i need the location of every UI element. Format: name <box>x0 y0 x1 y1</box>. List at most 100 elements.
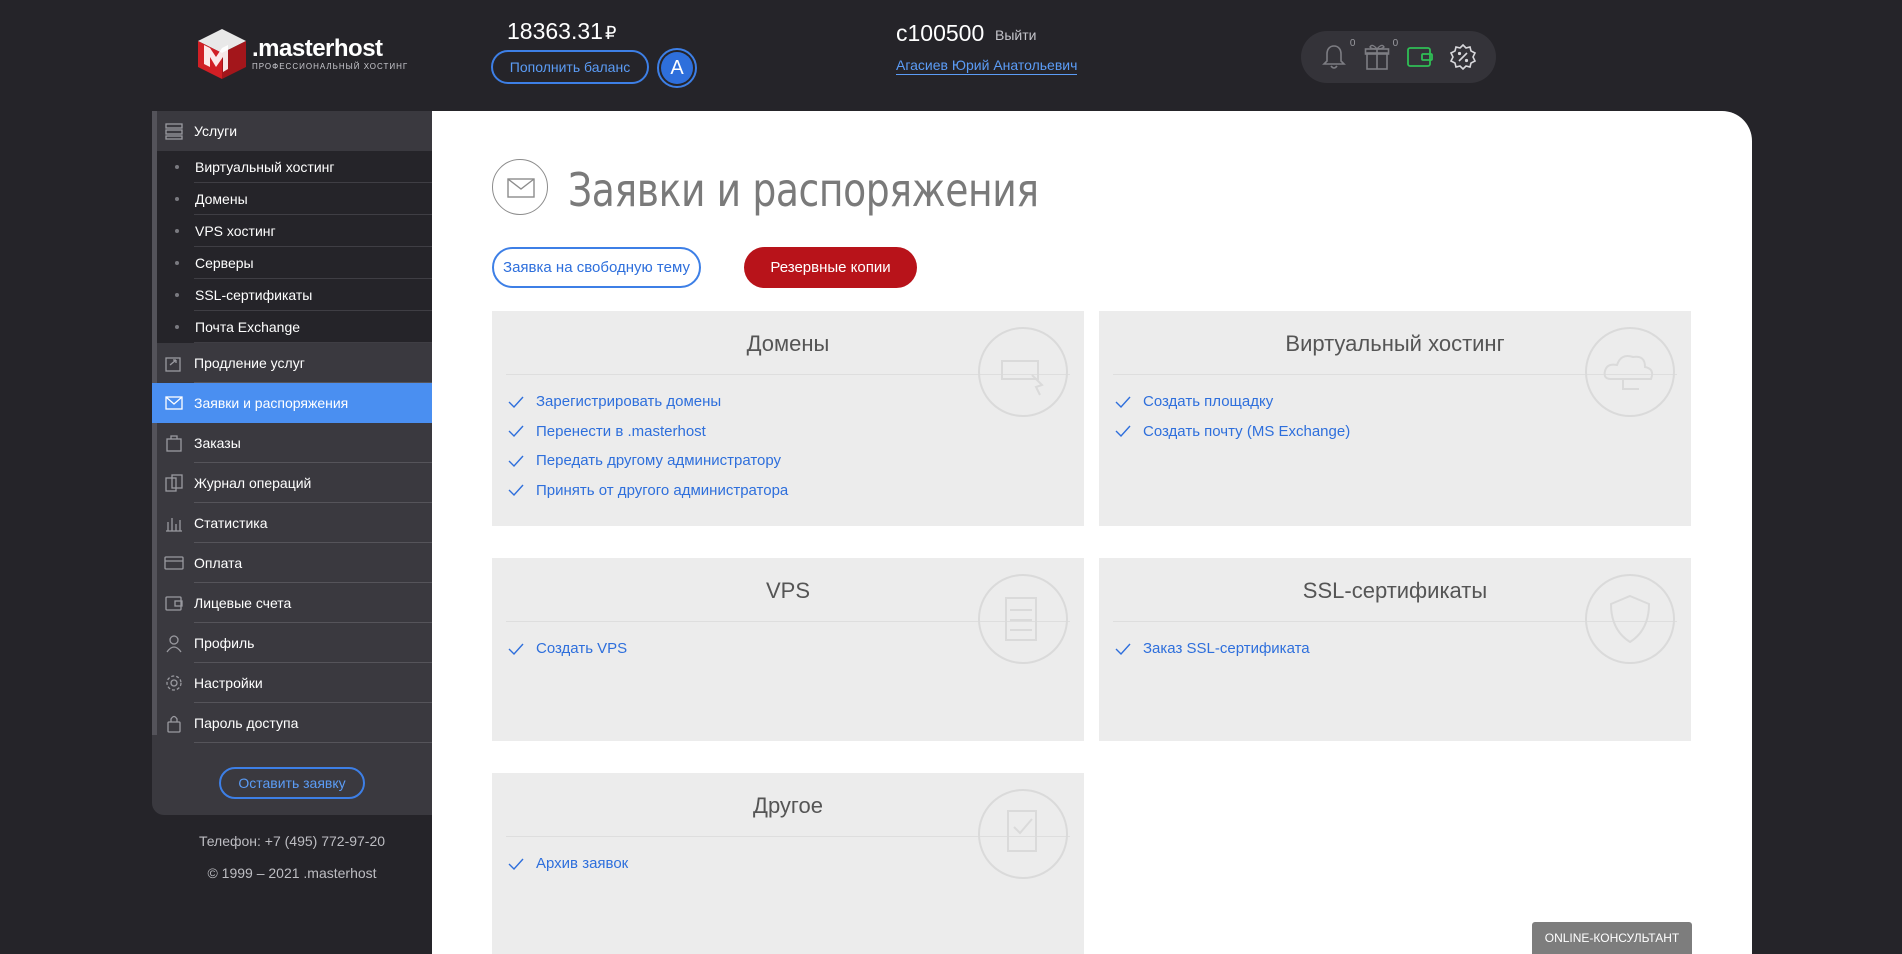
card-ssl: SSL-сертификаты Заказ SSL-сертификата <box>1099 558 1691 741</box>
link-label: Заказ SSL-сертификата <box>1143 640 1310 658</box>
notifications-count: 0 <box>1349 38 1356 49</box>
sidebar-item-label: Профиль <box>194 635 255 651</box>
avatar[interactable]: A <box>657 48 697 88</box>
subnav-exchange-mail[interactable]: Почта Exchange <box>157 311 432 343</box>
journal-icon <box>164 473 184 493</box>
main-panel: Заявки и распоряжения Заявка на свободну… <box>432 111 1752 954</box>
envelope-icon <box>164 393 184 413</box>
link-create-exchange-mail[interactable]: Создать почту (MS Exchange) <box>1115 417 1350 447</box>
card-links: Зарегистрировать домены Перенести в .mas… <box>508 387 788 505</box>
wallet-icon <box>164 593 184 613</box>
logout-link[interactable]: Выйти <box>995 27 1036 43</box>
sidebar-item-services[interactable]: Услуги <box>152 111 432 151</box>
card-vps: VPS Создать VPS <box>492 558 1084 741</box>
link-label: Передать другому администратору <box>536 452 782 470</box>
shield-deco-icon <box>1585 574 1675 664</box>
server-deco-icon <box>978 574 1068 664</box>
card-links: Создать VPS <box>508 634 627 664</box>
link-label: Создать площадку <box>1143 393 1274 411</box>
check-icon <box>508 425 524 438</box>
subnav-virtual-hosting[interactable]: Виртуальный хостинг <box>157 151 432 183</box>
sidebar-item-orders[interactable]: Заказы <box>152 423 432 463</box>
link-label: Зарегистрировать домены <box>536 393 722 411</box>
gift-icon[interactable]: 0 <box>1362 38 1398 72</box>
topup-balance-button[interactable]: Пополнить баланс <box>491 50 649 84</box>
logo-cube-icon <box>196 27 248 81</box>
sidebar-item-accounts[interactable]: Лицевые счета <box>152 583 432 623</box>
document-deco-icon <box>978 789 1068 879</box>
avatar-letter: A <box>661 52 693 84</box>
card-links: Заказ SSL-сертификата <box>1115 634 1310 664</box>
link-label: Архив заявок <box>536 855 629 873</box>
link-label: Принять от другого администратора <box>536 481 789 499</box>
sidebar-item-profile[interactable]: Профиль <box>152 623 432 663</box>
subnav-domains[interactable]: Домены <box>157 183 432 215</box>
card-domains: Домены Зарегистрировать домены Перенести… <box>492 311 1084 526</box>
sidebar-item-statistics[interactable]: Статистика <box>152 503 432 543</box>
sidebar-item-label: Настройки <box>194 675 263 691</box>
cloud-deco-icon <box>1585 327 1675 417</box>
balance: 18363.31 ₽ <box>507 18 616 45</box>
sidebar-item-label: Лицевые счета <box>194 595 292 611</box>
link-label: Перенести в .masterhost <box>536 422 706 440</box>
card-virtual-hosting: Виртуальный хостинг Создать площадку Соз… <box>1099 311 1691 526</box>
sidebar-item-requests[interactable]: Заявки и распоряжения <box>152 383 432 423</box>
subnav-servers[interactable]: Серверы <box>157 247 432 279</box>
link-transfer-to-admin[interactable]: Передать другому администратору <box>508 446 788 476</box>
link-register-domains[interactable]: Зарегистрировать домены <box>508 387 788 417</box>
online-consultant-button[interactable]: ONLINE-КОНСУЛЬТАНТ <box>1532 922 1692 954</box>
link-requests-archive[interactable]: Архив заявок <box>508 849 628 879</box>
discount-gear-icon[interactable] <box>1448 42 1478 72</box>
currency-symbol: ₽ <box>604 23 617 43</box>
leave-request-button[interactable]: Оставить заявку <box>219 767 365 799</box>
backups-button[interactable]: Резервные копии <box>744 247 917 288</box>
sidebar-item-label: Заказы <box>194 435 241 451</box>
check-icon <box>1115 643 1131 655</box>
support-phone: Телефон: +7 (495) 772-97-20 <box>198 833 386 849</box>
link-transfer-to-masterhost[interactable]: Перенести в .masterhost <box>508 417 788 447</box>
sidebar-item-renewal[interactable]: Продление услуг <box>152 343 432 383</box>
subnav-ssl[interactable]: SSL-сертификаты <box>157 279 432 311</box>
lock-icon <box>164 713 184 733</box>
wallet-icon[interactable] <box>1405 42 1435 72</box>
link-create-site[interactable]: Создать площадку <box>1115 387 1350 417</box>
services-subnav: Виртуальный хостинг Домены VPS хостинг С… <box>157 151 432 343</box>
check-icon <box>508 396 524 408</box>
link-accept-from-admin[interactable]: Принять от другого администратора <box>508 476 788 506</box>
bell-icon[interactable]: 0 <box>1319 38 1355 72</box>
check-icon <box>508 858 524 870</box>
header-icon-group: 0 0 <box>1301 31 1496 83</box>
bar-chart-icon <box>164 513 184 533</box>
check-icon <box>508 484 524 497</box>
check-icon <box>508 643 524 655</box>
card-other: Другое Архив заявок <box>492 773 1084 954</box>
card-links: Создать площадку Создать почту (MS Excha… <box>1115 387 1350 446</box>
account-id: c100500 <box>896 20 985 46</box>
domain-deco-icon <box>978 327 1068 417</box>
link-order-ssl[interactable]: Заказ SSL-сертификата <box>1115 634 1310 664</box>
gifts-count: 0 <box>1392 38 1399 49</box>
balance-amount: 18363.31 <box>507 18 603 44</box>
user-name-link[interactable]: Агасиев Юрий Анатольевич <box>896 57 1078 75</box>
sidebar-item-settings[interactable]: Настройки <box>152 663 432 703</box>
sidebar-item-password[interactable]: Пароль доступа <box>152 703 432 743</box>
page-title: Заявки и распоряжения <box>568 163 1039 217</box>
credit-card-icon <box>164 553 184 573</box>
sidebar: Услуги Виртуальный хостинг Домены VPS хо… <box>152 111 432 815</box>
copyright: © 1999 – 2021 .masterhost <box>207 865 377 881</box>
logo[interactable]: .masterhost профессиональный хостинг <box>196 27 408 81</box>
sidebar-item-label: Заявки и распоряжения <box>194 395 349 411</box>
sidebar-item-payment[interactable]: Оплата <box>152 543 432 583</box>
free-topic-request-button[interactable]: Заявка на свободную тему <box>492 247 701 288</box>
card-links: Архив заявок <box>508 849 628 879</box>
subnav-vps-hosting[interactable]: VPS хостинг <box>157 215 432 247</box>
check-icon <box>1115 396 1131 408</box>
envelope-icon <box>492 159 548 215</box>
sidebar-item-label: Пароль доступа <box>194 715 299 731</box>
sidebar-item-journal[interactable]: Журнал операций <box>152 463 432 503</box>
bag-icon <box>164 433 184 453</box>
sidebar-item-label: Статистика <box>194 515 268 531</box>
sidebar-item-label: Оплата <box>194 555 243 571</box>
logo-tagline: профессиональный хостинг <box>252 62 409 71</box>
link-create-vps[interactable]: Создать VPS <box>508 634 627 664</box>
